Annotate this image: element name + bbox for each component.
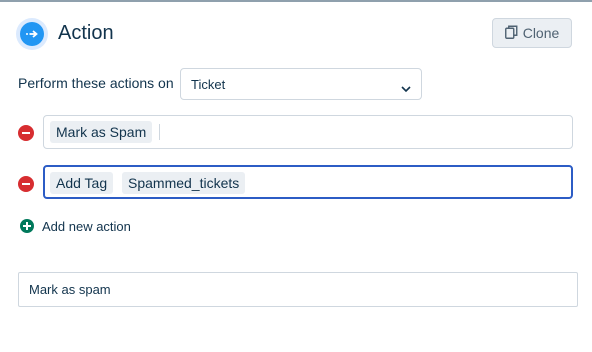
- rule-name-input[interactable]: [18, 272, 578, 307]
- plus-circle-icon: [20, 219, 34, 233]
- clone-button[interactable]: Clone: [492, 18, 572, 48]
- text-cursor: [159, 124, 160, 140]
- clone-label: Clone: [522, 25, 560, 41]
- action-row: Mark as Spam: [18, 115, 574, 151]
- action-header: Action Clone: [16, 18, 572, 52]
- entity-select-value: Ticket: [191, 77, 226, 92]
- action-field[interactable]: Add Tag Spammed_tickets: [43, 165, 573, 199]
- remove-action-icon[interactable]: [18, 125, 34, 141]
- action-chip: Add Tag: [50, 172, 114, 194]
- chevron-down-icon: [401, 80, 411, 98]
- add-new-action-button[interactable]: Add new action: [20, 217, 131, 235]
- remove-action-icon[interactable]: [18, 176, 34, 192]
- page-title: Action: [58, 22, 114, 44]
- action-field[interactable]: Mark as Spam: [43, 115, 573, 149]
- tag-chip: Spammed_tickets: [122, 172, 246, 194]
- action-chip: Mark as Spam: [50, 121, 153, 143]
- top-divider: [0, 0, 592, 2]
- copy-icon: [504, 25, 518, 42]
- action-arrow-icon: [16, 18, 48, 50]
- add-new-action-label: Add new action: [42, 218, 131, 234]
- action-row: Add Tag Spammed_tickets: [18, 165, 574, 201]
- perform-row: Perform these actions on Ticket: [18, 68, 422, 100]
- perform-label: Perform these actions on: [18, 75, 174, 91]
- entity-select[interactable]: Ticket: [180, 68, 422, 100]
